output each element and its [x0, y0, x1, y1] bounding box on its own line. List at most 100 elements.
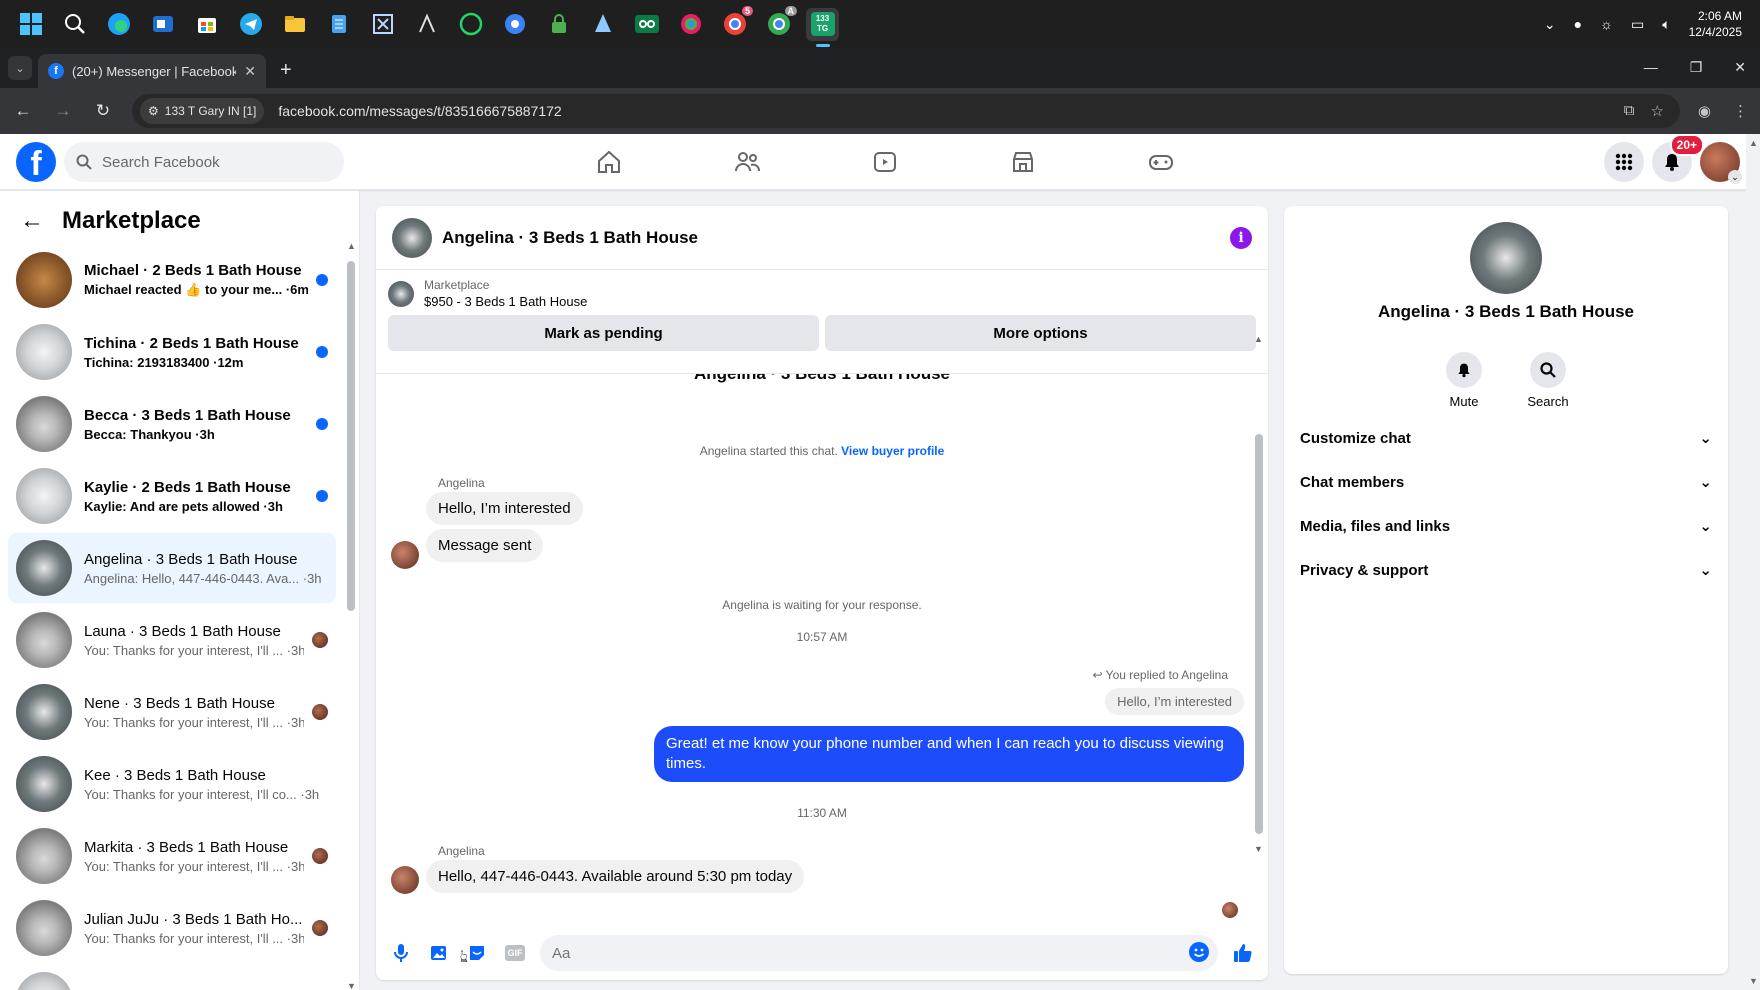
more-options-button[interactable]: More options	[825, 315, 1256, 351]
conversation-item[interactable]: Launa · 3 Beds 1 Bath House You: Thanks f…	[8, 605, 336, 675]
whatsapp-icon[interactable]	[454, 8, 487, 41]
nav-gaming-icon[interactable]	[1092, 134, 1230, 190]
display-icon[interactable]: ▭	[1631, 16, 1644, 33]
conversation-item[interactable]: Michael · 2 Beds 1 Bath House Michael rea…	[8, 245, 336, 315]
new-tab-icon[interactable]: +	[280, 59, 292, 82]
mute-action[interactable]: Mute	[1440, 352, 1488, 409]
conversation-item[interactable]: Julian JuJu · 3 Beds 1 Bath Ho... You: Th…	[8, 893, 336, 963]
account-avatar[interactable]: ⌄	[1700, 142, 1742, 184]
store-icon[interactable]	[190, 8, 223, 41]
chevron-up-icon[interactable]: ⌄	[1544, 16, 1556, 33]
close-window-icon[interactable]: ✕	[1734, 59, 1746, 76]
conversation-item[interactable]: Kee · 3 Beds 1 Bath House You: Thanks for…	[8, 749, 336, 819]
menu-kebab-icon[interactable]: ⋮	[1733, 102, 1748, 120]
incoming-message[interactable]: Hello, 447-446-0443. Available around 5:…	[426, 860, 805, 893]
sticker-icon[interactable]	[464, 940, 490, 966]
menu-grid-icon[interactable]	[1604, 142, 1644, 182]
page-scrollbar[interactable]: ▲ ▼	[1746, 134, 1760, 990]
conversation-item[interactable]: Kaylie · 2 Beds 1 Bath House Kaylie: And …	[8, 461, 336, 531]
conversation-item[interactable]: Angelina · 3 Beds 1 Bath House Angelina: …	[8, 533, 336, 603]
system-clock[interactable]: 2:06 AM 12/4/2025	[1689, 8, 1742, 40]
conversation-item[interactable]: Tichina · 2 Beds 1 Bath House Tichina: 21…	[8, 317, 336, 387]
chrome-icon[interactable]	[498, 8, 531, 41]
customize-chat-section[interactable]: Customize chat ⌄	[1284, 416, 1728, 460]
browser-tab[interactable]: f (20+) Messenger | Facebook ✕	[38, 54, 266, 88]
tab-search-icon[interactable]: ⌄	[8, 56, 32, 80]
color-icon[interactable]	[674, 8, 707, 41]
app-icon[interactable]	[630, 8, 663, 41]
bookmark-star-icon[interactable]: ☆	[1650, 102, 1663, 120]
conversation-info-icon[interactable]: i	[1230, 226, 1252, 249]
scrollbar-thumb[interactable]	[1255, 434, 1263, 834]
telegram-icon[interactable]	[234, 8, 267, 41]
nav-home-icon[interactable]	[540, 134, 678, 190]
listing-thumbnail[interactable]	[388, 280, 414, 307]
back-arrow-icon[interactable]: ←	[20, 207, 44, 235]
privacy-support-section[interactable]: Privacy & support ⌄	[1284, 548, 1728, 592]
quoted-message[interactable]: Hello, I’m interested	[1105, 688, 1244, 715]
scroll-up-icon[interactable]: ▲	[347, 241, 356, 251]
sender-avatar[interactable]	[391, 541, 419, 569]
search-action[interactable]: Search	[1524, 352, 1572, 409]
photo-icon[interactable]	[426, 940, 452, 966]
chat-scrollbar[interactable]: ▲ ▼	[1254, 334, 1264, 854]
incoming-message[interactable]: Hello, I’m interested	[426, 492, 583, 525]
forward-icon[interactable]: →	[52, 101, 74, 121]
gif-icon[interactable]: GIF	[502, 940, 528, 966]
scroll-down-icon[interactable]: ▼	[1749, 976, 1758, 986]
conversation-item[interactable]: Becca · 3 Beds 1 Bath House Becca: Thanky…	[8, 389, 336, 459]
incoming-message[interactable]: Message sent	[426, 529, 544, 562]
chat-members-section[interactable]: Chat members ⌄	[1284, 460, 1728, 504]
chat-avatar[interactable]	[392, 217, 432, 258]
notifications-bell-icon[interactable]: 20+	[1652, 134, 1704, 182]
sidebar-scrollbar[interactable]: ▲ ▼	[347, 241, 356, 990]
scrollbar-thumb[interactable]	[347, 261, 355, 611]
outgoing-message[interactable]: Great! et me know your phone number and …	[654, 726, 1244, 782]
conversation-item[interactable]: Markita · 3 Beds 1 Bath House You: Thanks…	[8, 821, 336, 891]
chrome-profile-icon[interactable]: A	[762, 5, 797, 41]
emoji-icon[interactable]	[1188, 941, 1210, 968]
media-files-links-section[interactable]: Media, files and links ⌄	[1284, 504, 1728, 548]
nav-marketplace-icon[interactable]	[954, 134, 1092, 190]
back-icon[interactable]: ←	[12, 101, 34, 121]
volume-icon[interactable]: 🔈︎	[1662, 16, 1670, 33]
facebook-logo-icon[interactable]: f	[16, 142, 56, 182]
conversation-item[interactable]: Nene · 3 Beds 1 Bath House You: Thanks fo…	[8, 677, 336, 747]
scroll-up-icon[interactable]: ▲	[1254, 334, 1263, 344]
nav-friends-icon[interactable]	[678, 134, 816, 190]
microphone-icon[interactable]	[388, 940, 414, 966]
security-icon[interactable]: ●	[1574, 16, 1582, 32]
install-app-icon[interactable]: ⧉	[1624, 102, 1635, 120]
scroll-up-icon[interactable]: ▲	[1749, 138, 1758, 148]
address-bar[interactable]: ⚙︎ 133 T Gary IN [1] facebook.com/messag…	[132, 94, 1680, 128]
edge-icon[interactable]	[102, 8, 135, 41]
file-explorer-icon[interactable]	[278, 8, 311, 41]
scroll-down-icon[interactable]: ▼	[347, 981, 356, 990]
close-tab-icon[interactable]: ✕	[244, 63, 256, 80]
facebook-search[interactable]: Search Facebook	[64, 142, 344, 182]
tool-icon[interactable]	[410, 8, 443, 41]
chat-title[interactable]: Angelina · 3 Beds 1 Bath House	[442, 228, 698, 248]
outlook-icon[interactable]	[146, 8, 179, 41]
nav-video-icon[interactable]	[816, 134, 954, 190]
sender-avatar[interactable]	[391, 866, 419, 894]
windows-start-icon[interactable]	[14, 8, 47, 41]
mark-as-pending-button[interactable]: Mark as pending	[388, 315, 819, 351]
app-icon[interactable]	[366, 8, 399, 41]
profile-icon[interactable]: ◉	[1698, 102, 1711, 120]
site-info-chip[interactable]: ⚙︎ 133 T Gary IN [1]	[140, 98, 265, 124]
notepad-icon[interactable]	[322, 8, 355, 41]
brightness-icon[interactable]: ☼	[1600, 16, 1613, 32]
scroll-down-icon[interactable]: ▼	[1254, 844, 1263, 854]
view-buyer-profile-link[interactable]: View buyer profile	[841, 444, 944, 458]
search-icon[interactable]	[58, 8, 91, 41]
message-input[interactable]	[540, 935, 1218, 971]
url-text[interactable]: facebook.com/messages/t/835166675887172	[278, 103, 561, 119]
tg-app-icon[interactable]: 133 TG	[806, 7, 839, 47]
chrome-profile-icon[interactable]: 5	[718, 5, 753, 41]
minimize-icon[interactable]: —	[1644, 59, 1658, 76]
listing-title[interactable]: $950 - 3 Beds 1 Bath House	[424, 294, 587, 309]
vpn-icon[interactable]	[542, 8, 575, 41]
thumbs-up-icon[interactable]	[1230, 940, 1256, 966]
details-avatar[interactable]	[1470, 222, 1542, 294]
